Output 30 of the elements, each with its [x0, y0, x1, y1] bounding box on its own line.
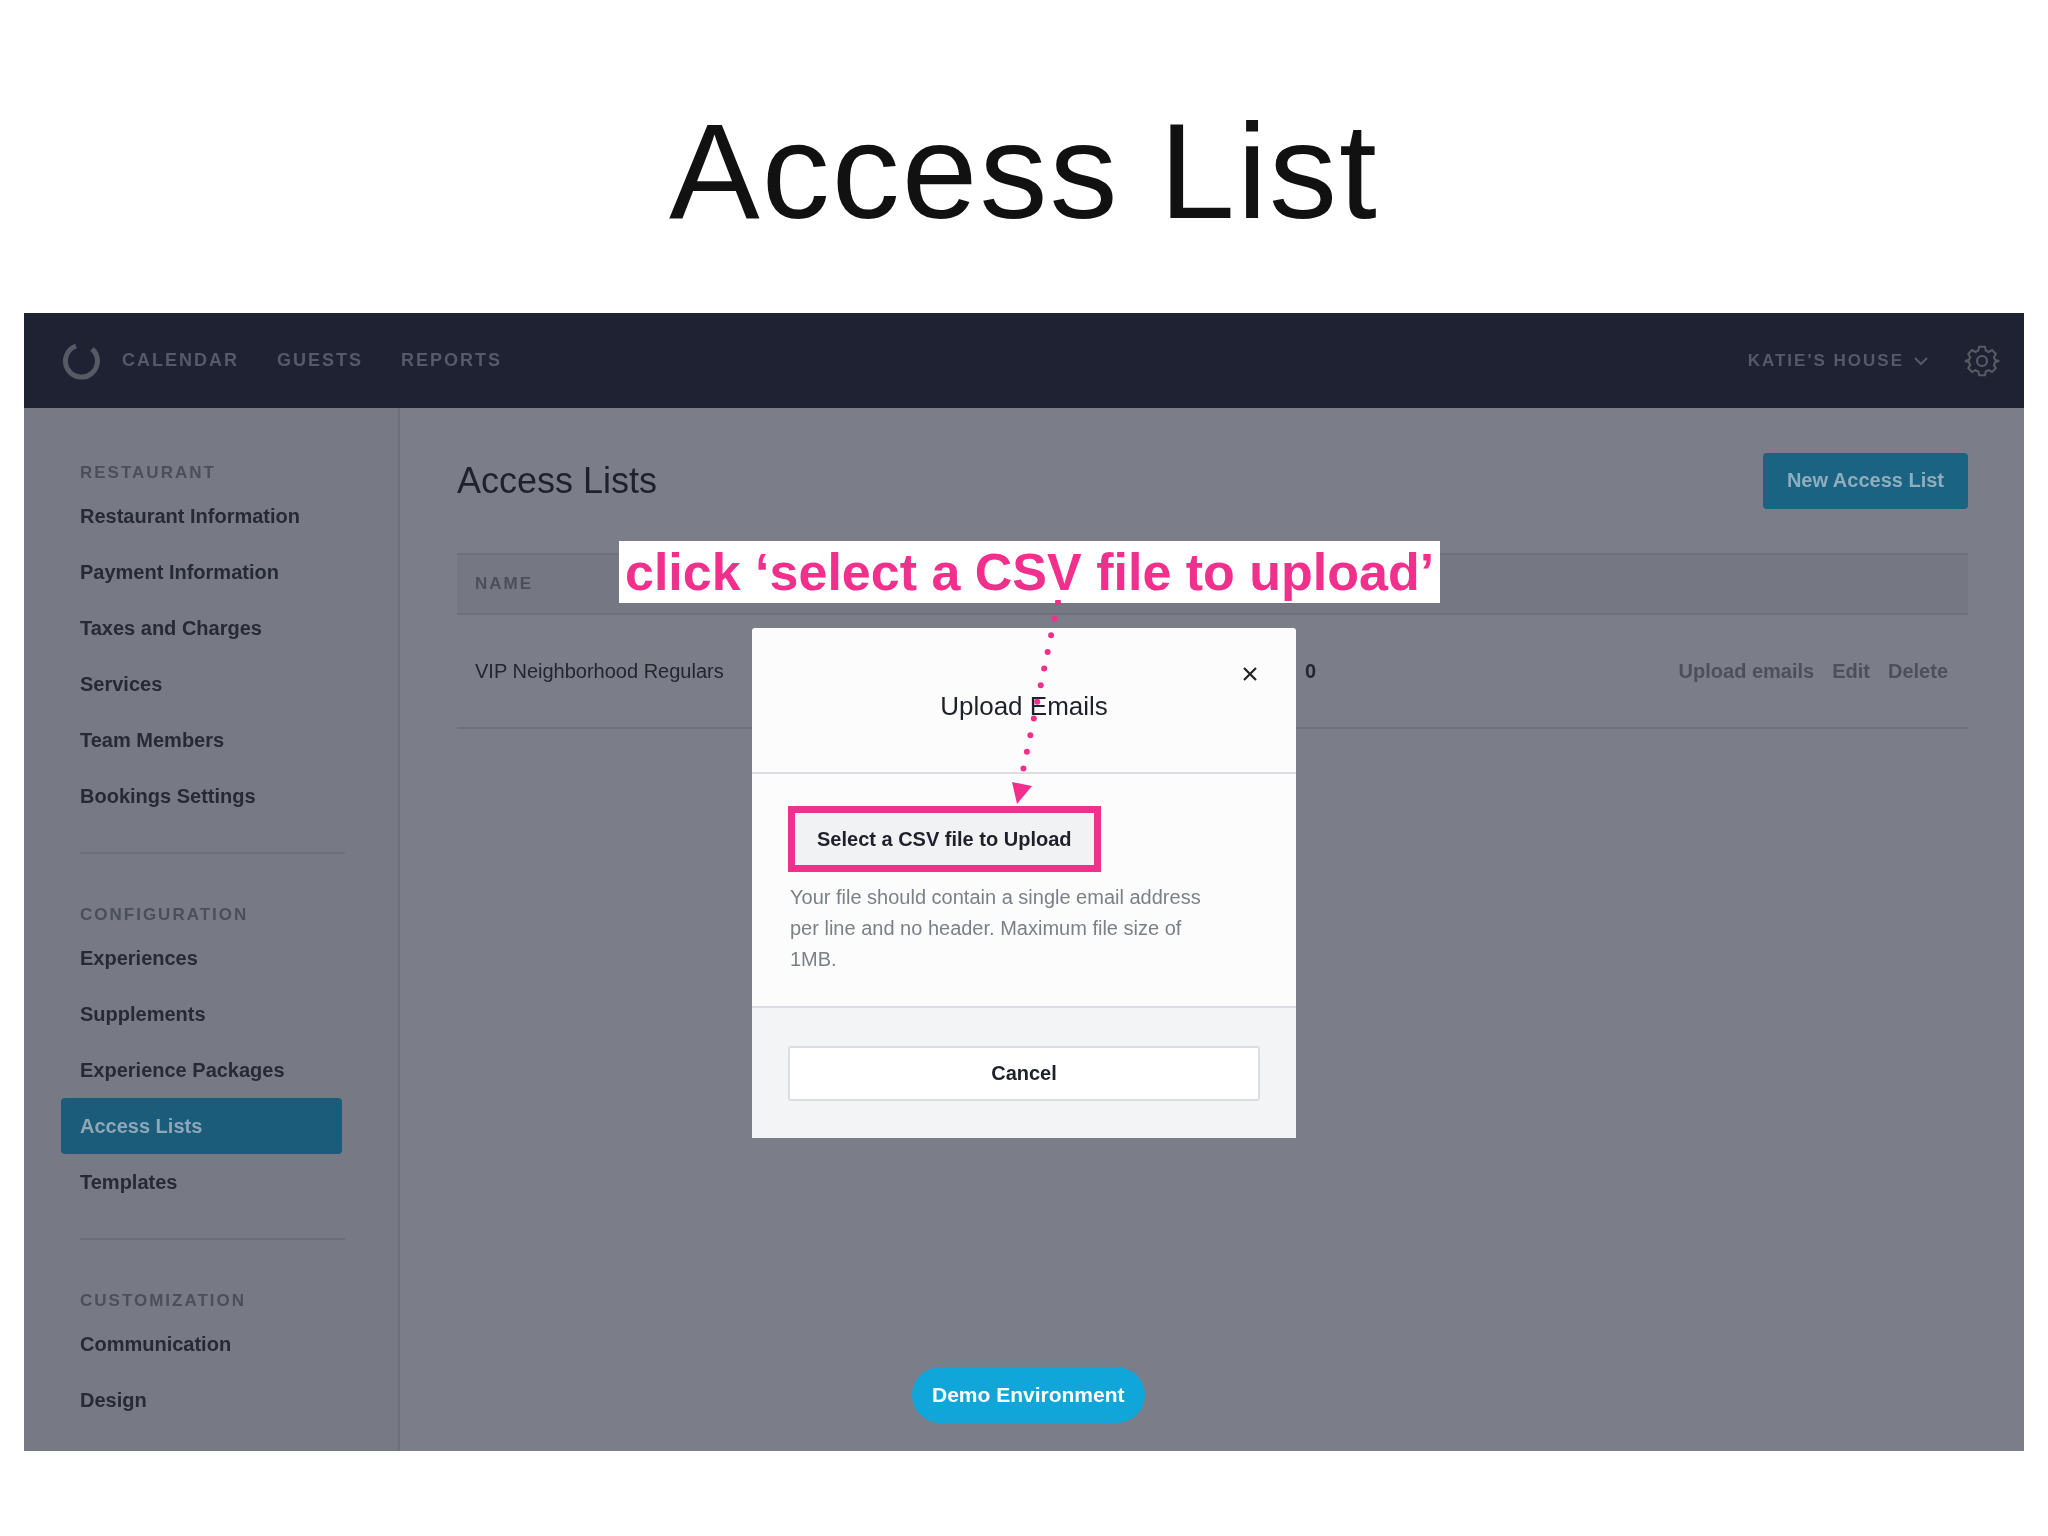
dialog-title: Upload Emails [940, 690, 1108, 722]
nav-tab[interactable]: GUESTS [277, 350, 363, 371]
close-icon[interactable] [1242, 666, 1258, 682]
sidebar-item[interactable]: Bookings Settings [61, 768, 342, 824]
venue-selector[interactable]: KATIE'S HOUSE [1747, 350, 1904, 371]
cancel-button[interactable]: Cancel [788, 1045, 1260, 1101]
sidebar-item[interactable]: Experiences [61, 930, 342, 986]
demo-environment-badge: Demo Environment [912, 1367, 1145, 1423]
sidebar-item[interactable]: Experience Packages [61, 1042, 342, 1098]
help-text: Your file should contain a single email address per line and no header. Maximum file size of 1MB. [790, 885, 1202, 972]
sidebar-item[interactable]: Communication [61, 1316, 342, 1372]
table-cell: VIP Neighborhood Regulars [475, 659, 724, 682]
sidebar-item[interactable]: Team Members [61, 712, 342, 768]
annotation-label: click ‘select a CSV file to upload’ [619, 541, 1441, 603]
sidebar-item[interactable]: Access Lists [61, 1098, 342, 1154]
sidebar-item[interactable]: Taxes and Charges [61, 600, 342, 656]
chevron-icon[interactable] [1914, 355, 1928, 366]
sidebar-item[interactable]: Templates [61, 1154, 342, 1210]
nav-tab[interactable]: REPORTS [401, 350, 503, 371]
select-file-button[interactable]: Select a CSV file to Upload [795, 813, 1094, 865]
nav-tab[interactable]: CALENDAR [122, 350, 239, 371]
slide-title: Access List [669, 96, 1379, 246]
sidebar-item[interactable]: Restaurant Information [61, 488, 342, 544]
table-cell: 0 [1305, 659, 1317, 683]
sidebar-item[interactable]: Payment Information [61, 544, 342, 600]
page-title: Access Lists [457, 459, 658, 502]
sidebar-item[interactable]: Design [61, 1372, 342, 1428]
sidebar-item[interactable]: Services [61, 656, 342, 712]
sidebar-item[interactable]: Supplements [61, 986, 342, 1042]
new-access-list-button[interactable]: New Access List [1762, 452, 1968, 509]
